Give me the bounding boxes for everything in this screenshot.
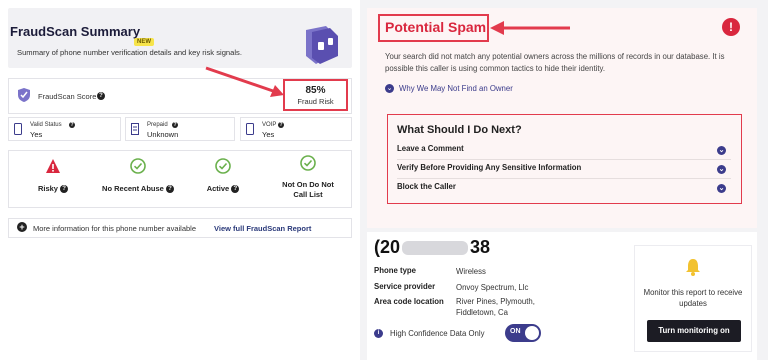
warning-triangle-icon <box>46 159 60 173</box>
info-icon[interactable]: ? <box>60 185 69 194</box>
shield-icon <box>18 88 30 102</box>
toggle-state: ON <box>510 328 521 335</box>
annotation-arrow-icon <box>205 66 284 97</box>
prepaid-label: Prepaid <box>147 122 168 128</box>
new-badge: NEW <box>134 38 154 46</box>
signal-label: No Recent Abuse <box>102 184 164 193</box>
phone-icon <box>14 123 22 135</box>
score-label: FraudScan Score <box>38 92 97 101</box>
spam-description: Your search did not match any potential … <box>385 52 725 73</box>
info-icon[interactable]: ? <box>278 122 284 128</box>
valid-status-value: Yes <box>30 130 43 139</box>
check-circle-icon <box>300 155 316 171</box>
detail-value: Onvoy Spectrum, Llc <box>456 283 529 292</box>
signal-no-recent-abuse: No Recent Abuse ? <box>95 158 181 194</box>
chevron-down-icon: ⌄ <box>717 165 726 174</box>
chevron-down-icon: ⌄ <box>385 84 394 94</box>
high-confidence-toggle[interactable]: ON <box>505 324 541 342</box>
voip-label: VOIP <box>262 122 277 128</box>
info-icon[interactable]: ? <box>69 122 75 128</box>
signal-not-on-dnc: Not On Do Not Call List <box>265 155 351 200</box>
detail-value: River Pines, Plymouth, Fiddletown, Ca <box>456 296 535 318</box>
detail-label: Area code location <box>374 297 444 306</box>
high-confidence-label: High Confidence Data Only <box>390 329 485 338</box>
info-icon[interactable]: ? <box>97 92 105 100</box>
detail-label: Phone type <box>374 266 417 275</box>
voip-card: VOIP ? Yes <box>240 117 352 141</box>
fraud-risk-value: 85% Fraud Risk <box>283 79 348 111</box>
voip-value: Yes <box>262 130 275 139</box>
annotation-arrow-icon <box>490 21 570 35</box>
info-icon[interactable]: ? <box>231 185 240 194</box>
next-step-label: Block the Caller <box>397 182 456 191</box>
bell-icon <box>686 259 700 276</box>
phone-icon <box>246 123 254 135</box>
valid-status-label: Valid Status <box>30 122 62 128</box>
fraud-shield-illustration-icon <box>306 26 338 64</box>
alert-icon: ! <box>722 18 740 36</box>
summary-title: FraudScan Summary <box>10 24 141 39</box>
more-info-text: More information for this phone number a… <box>33 224 197 233</box>
next-step-item[interactable]: Verify Before Providing Any Sensitive In… <box>397 163 731 179</box>
signal-label: Risky <box>37 184 58 193</box>
chevron-down-icon: ⌄ <box>717 146 726 155</box>
next-step-label: Verify Before Providing Any Sensitive In… <box>397 163 582 172</box>
info-icon[interactable]: i <box>374 329 383 338</box>
toggle-knob <box>525 326 539 340</box>
detail-value-line: Fiddletown, Ca <box>456 308 509 317</box>
detail-label: Service provider <box>374 282 436 291</box>
prepaid-value: Unknown <box>147 130 179 139</box>
plus-circle-icon[interactable]: + <box>17 222 27 232</box>
monitor-text: Monitor this report to receive updates <box>643 288 743 308</box>
phone-number: (20 38 <box>374 237 490 258</box>
phone-prefix: (20 <box>374 237 401 257</box>
why-no-owner-label: Why We May Not Find an Owner <box>399 84 513 93</box>
spam-title: Potential Spam <box>385 19 487 35</box>
detail-value: Wireless <box>456 267 486 276</box>
signal-label: Not On Do Not <box>282 180 334 189</box>
valid-status-card: Valid Status ? Yes <box>8 117 121 141</box>
info-icon[interactable]: ? <box>165 185 174 194</box>
detail-value-line: River Pines, Plymouth, <box>456 297 535 306</box>
view-report-link[interactable]: View full FraudScan Report <box>214 224 311 233</box>
summary-subtitle: Summary of phone number verification det… <box>17 48 242 57</box>
next-step-item[interactable]: Leave a Comment ⌄ <box>397 144 731 160</box>
why-no-owner-link[interactable]: ⌄ Why We May Not Find an Owner <box>385 84 513 94</box>
receipt-icon <box>131 123 139 135</box>
info-icon[interactable]: ? <box>172 122 178 128</box>
check-circle-icon <box>130 158 146 174</box>
signal-label: Call List <box>293 190 323 199</box>
fraud-risk-percent: 85% <box>305 85 326 96</box>
next-step-item[interactable]: Block the Caller ⌄ <box>397 182 731 198</box>
next-steps-title: What Should I Do Next? <box>397 124 522 136</box>
redacted-digits <box>402 241 469 256</box>
signal-risky: Risky ? <box>10 158 96 194</box>
fraud-risk-label: Fraud Risk <box>297 97 334 106</box>
check-circle-icon <box>215 158 231 174</box>
next-step-label: Leave a Comment <box>397 144 464 153</box>
signal-label: Active <box>206 184 230 193</box>
chevron-down-icon: ⌄ <box>717 184 726 193</box>
turn-monitoring-on-button[interactable]: Turn monitoring on <box>647 320 741 342</box>
phone-suffix: 38 <box>470 237 491 257</box>
signal-active: Active ? <box>180 158 266 194</box>
prepaid-card: Prepaid ? Unknown <box>125 117 235 141</box>
